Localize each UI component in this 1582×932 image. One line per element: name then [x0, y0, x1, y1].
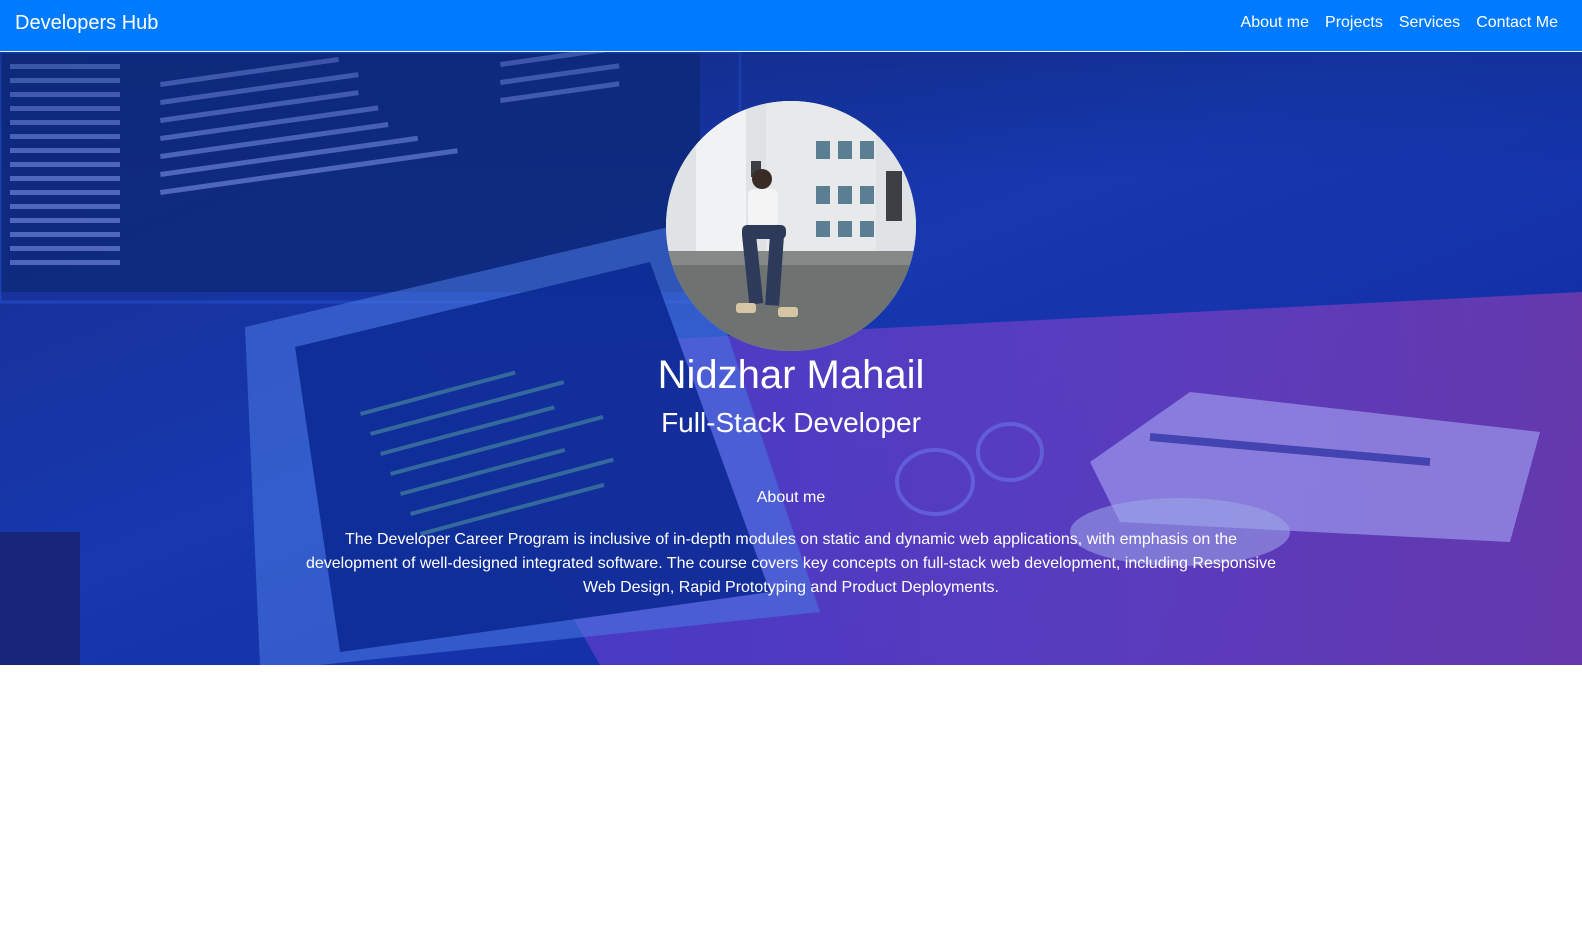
nav-link-about[interactable]: About me — [1241, 14, 1309, 32]
nav-link-contact[interactable]: Contact Me — [1476, 14, 1558, 32]
hero-section: Nidzhar Mahail Full-Stack Developer Abou… — [0, 52, 1582, 665]
brand-logo[interactable]: Developers Hub — [15, 12, 158, 35]
profile-role: Full-Stack Developer — [661, 407, 921, 438]
profile-avatar — [666, 101, 916, 351]
navbar: Developers Hub About me Projects Service… — [0, 0, 1582, 52]
about-heading: About me — [756, 489, 826, 506]
nav-link-projects[interactable]: Projects — [1325, 14, 1383, 32]
about-paragraph: The Developer Career Program is inclusiv… — [305, 531, 1276, 596]
profile-name: Nidzhar Mahail — [657, 353, 925, 397]
nav-link-services[interactable]: Services — [1399, 14, 1460, 32]
nav-links: About me Projects Services Contact Me — [1241, 14, 1558, 32]
